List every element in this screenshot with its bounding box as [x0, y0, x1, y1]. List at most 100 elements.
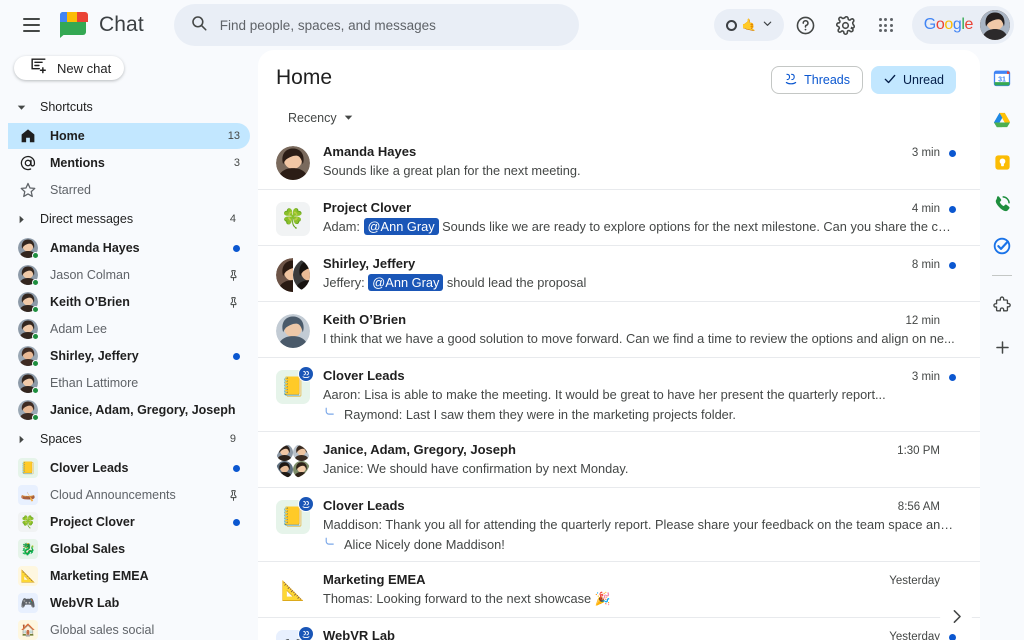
row-body: Keith O’Brien 12 min I think that we hav… — [323, 312, 956, 348]
search-icon — [190, 14, 208, 37]
addons-puzzle-icon[interactable] — [986, 289, 1018, 321]
sidebar-item-project-clover[interactable]: 🍀Project Clover — [8, 509, 250, 535]
thread-reply: Raymond: Last I saw them they were in th… — [323, 406, 956, 422]
google-chat-app: Chat 🤙 — [0, 0, 1024, 640]
search-container — [174, 4, 579, 46]
row-meta: 8 min — [898, 259, 956, 271]
sidebar-item-global-sales[interactable]: 🐉Global Sales — [8, 536, 250, 562]
settings-button[interactable] — [828, 7, 864, 43]
thread-reply: Alice Nicely done Maddison! — [323, 536, 956, 552]
conversation-row[interactable]: 🍀 Project Clover 4 min Adam: @Ann Gray S… — [258, 190, 980, 246]
svg-text:31: 31 — [998, 75, 1006, 83]
unread-dot — [949, 374, 956, 381]
sidebar-item-home[interactable]: Home13 — [8, 123, 250, 149]
row-avatar — [276, 442, 310, 478]
sidebar-item-label: Cloud Announcements — [50, 488, 215, 502]
google-calendar-icon[interactable]: 31 — [986, 62, 1018, 94]
chevron-right-icon — [948, 608, 965, 625]
compose-new-chat-icon — [29, 56, 48, 80]
unread-dot — [233, 519, 240, 526]
search-box[interactable] — [174, 4, 579, 46]
timestamp: Yesterday — [889, 575, 940, 587]
unread-filter-chip[interactable]: Unread — [871, 66, 956, 94]
space-avatar: 🏠 — [18, 620, 38, 640]
sidebar-item-label: Global sales social — [50, 623, 240, 637]
conversation-row[interactable]: Amanda Hayes 3 min Sounds like a great p… — [258, 134, 980, 190]
unread-dot — [949, 150, 956, 157]
google-keep-icon[interactable] — [986, 146, 1018, 178]
timestamp: Yesterday — [889, 631, 940, 640]
row-meta: 3 min — [898, 371, 956, 383]
conversation-row[interactable]: 📐 Marketing EMEA Yesterday Thomas: Looki… — [258, 562, 980, 618]
sidebar-section-shortcuts[interactable]: Shortcuts — [0, 92, 250, 122]
sidebar-item-clover-leads[interactable]: 📒Clover Leads — [8, 455, 250, 481]
group-avatar — [18, 400, 38, 420]
conversation-row[interactable]: Keith O’Brien 12 min I think that we hav… — [258, 302, 980, 358]
apps-launcher-button[interactable] — [868, 7, 904, 43]
help-button[interactable] — [788, 7, 824, 43]
snippet-text: Janice: We should have confirmation by n… — [323, 461, 628, 476]
google-chat-logo-icon — [60, 12, 88, 38]
sidebar-item-keith-o-brien[interactable]: Keith O’Brien — [8, 289, 250, 315]
header-filter-chips: Threads Unread — [771, 66, 956, 94]
google-drive-icon[interactable] — [986, 104, 1018, 136]
sidebar-section-spaces[interactable]: Spaces9 — [0, 424, 250, 454]
google-voice-icon[interactable] — [986, 188, 1018, 220]
sidebar-item-amanda-hayes[interactable]: Amanda Hayes — [8, 235, 250, 261]
account-switcher[interactable]: Google — [912, 6, 1014, 44]
row-avatar: 🎮 — [276, 628, 310, 640]
sidebar-item-jason-colman[interactable]: Jason Colman — [8, 262, 250, 288]
sidebar-section-label: Direct messages — [40, 212, 220, 226]
person-avatar — [18, 238, 38, 258]
row-meta: 12 min — [891, 315, 956, 327]
space-avatar: 🐉 — [18, 539, 38, 559]
expand-panel-button[interactable] — [940, 600, 972, 632]
row-body: Janice, Adam, Gregory, Joseph 1:30 PM Ja… — [323, 442, 956, 478]
status-ring-icon — [726, 20, 737, 31]
hamburger-menu-icon[interactable] — [14, 8, 48, 42]
conversation-row[interactable]: Shirley, Jeffery 8 min Jeffery: @Ann Gra… — [258, 246, 980, 302]
sidebar-item-global-sales-social[interactable]: 🏠 Global sales social — [8, 617, 250, 640]
sidebar-section-label: Spaces — [40, 432, 220, 446]
app-title: Chat — [99, 13, 144, 37]
unread-dot — [949, 262, 956, 269]
conversation-row[interactable]: Janice, Adam, Gregory, Joseph 1:30 PM Ja… — [258, 432, 980, 488]
search-input[interactable] — [220, 18, 563, 33]
plus-icon[interactable] — [986, 331, 1018, 363]
conversation-row[interactable]: 🎮 WebVR Lab Yesterday Keila: Check out t… — [258, 618, 980, 640]
at-icon — [18, 153, 38, 173]
sidebar-section-direct-messages[interactable]: Direct messages4 — [0, 204, 250, 234]
sidebar-item-starred[interactable]: Starred — [8, 177, 250, 203]
status-selector[interactable]: 🤙 — [714, 9, 784, 41]
message-snippet: Aaron: Lisa is able to make the meeting.… — [323, 386, 956, 403]
conversation-row[interactable]: 📒 Clover Leads 8:56 AM Maddison: Thank y… — [258, 488, 980, 562]
sidebar-item-cloud-announcements[interactable]: 🛶Cloud Announcements — [8, 482, 250, 508]
sidebar-item-mentions[interactable]: Mentions3 — [8, 150, 250, 176]
sort-selector[interactable]: Recency — [282, 106, 359, 130]
check-icon — [883, 72, 897, 89]
sidebar-item-label: Home — [50, 129, 216, 143]
row-avatar: 🍀 — [276, 200, 310, 236]
row-meta: 8:56 AM — [884, 501, 956, 513]
row-meta: 1:30 PM — [883, 445, 956, 457]
sidebar-item-ethan-lattimore[interactable]: Ethan Lattimore — [8, 370, 250, 396]
sidebar-item-janice-adam-gregory-joseph[interactable]: Janice, Adam, Gregory, Joseph — [8, 397, 250, 423]
sidebar-item-label: Starred — [50, 183, 240, 197]
snippet-text: Aaron: Lisa is able to make the meeting.… — [323, 387, 886, 402]
avatar[interactable] — [980, 10, 1010, 40]
new-chat-button[interactable]: New chat — [14, 56, 124, 80]
google-tasks-icon[interactable] — [986, 230, 1018, 262]
conversation-name: Shirley, Jeffery — [323, 256, 415, 271]
row-avatar: 📐 — [276, 572, 310, 608]
sidebar-item-label: Clover Leads — [50, 461, 221, 475]
gear-icon — [835, 15, 856, 36]
threads-filter-chip[interactable]: Threads — [771, 66, 863, 94]
sidebar-item-shirley-jeffery[interactable]: Shirley, Jeffery — [8, 343, 250, 369]
sidebar-item-marketing-emea[interactable]: 📐Marketing EMEA — [8, 563, 250, 589]
main-header: Home Threads — [258, 50, 980, 134]
brand: Chat — [60, 12, 144, 38]
sidebar-item-webvr-lab[interactable]: 🎮WebVR Lab — [8, 590, 250, 616]
sidebar-item-adam-lee[interactable]: Adam Lee — [8, 316, 250, 342]
conversation-row[interactable]: 📒 Clover Leads 3 min Aaron: Lisa is able… — [258, 358, 980, 432]
timestamp: 8 min — [912, 259, 940, 271]
